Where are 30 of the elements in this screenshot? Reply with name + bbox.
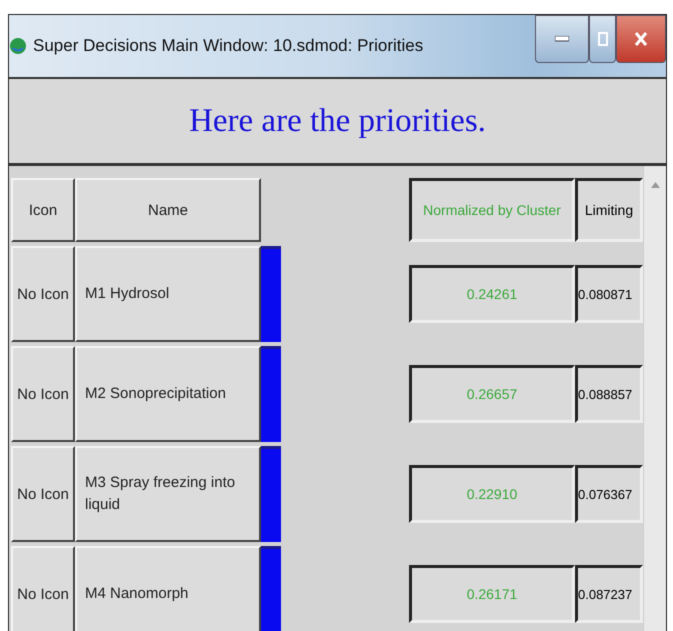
normalized-value: 0.26657 [409,365,575,423]
priorities-heading: Here are the priorities. [189,102,486,140]
name-cell: M4 Nanomorph [75,546,261,631]
icon-cell: No Icon [11,546,75,631]
name-cell: M1 Hydrosol [75,246,261,342]
close-button[interactable] [616,15,666,63]
app-icon [9,35,27,57]
scrollbar[interactable] [643,166,666,631]
icon-cell: No Icon [11,446,75,542]
normalized-value: 0.24261 [409,265,575,323]
column-header: Limiting [575,178,643,242]
normalized-value: 0.22910 [409,465,575,523]
normalized-value: 0.26171 [409,565,575,623]
icon-cell: No Icon [11,346,75,442]
limiting-value: 0.087237 [575,565,643,623]
restore-button[interactable] [589,15,616,63]
minimize-icon [555,36,569,42]
minimize-button[interactable] [535,15,589,63]
limiting-value: 0.088857 [575,365,643,423]
column-header: Name [75,178,261,242]
limiting-value: 0.076367 [575,465,643,523]
limiting-value: 0.080871 [575,265,643,323]
name-cell: M2 Sonoprecipitation [75,346,261,442]
column-header: Icon [11,178,75,242]
close-icon [634,31,648,47]
window-title: Super Decisions Main Window: 10.sdmod: Priorities [33,36,424,56]
restore-icon [598,32,608,46]
name-cell: M3 Spray freezing into liquid [75,446,261,542]
icon-cell: No Icon [11,246,75,342]
column-header: Normalized by Cluster [409,178,575,242]
